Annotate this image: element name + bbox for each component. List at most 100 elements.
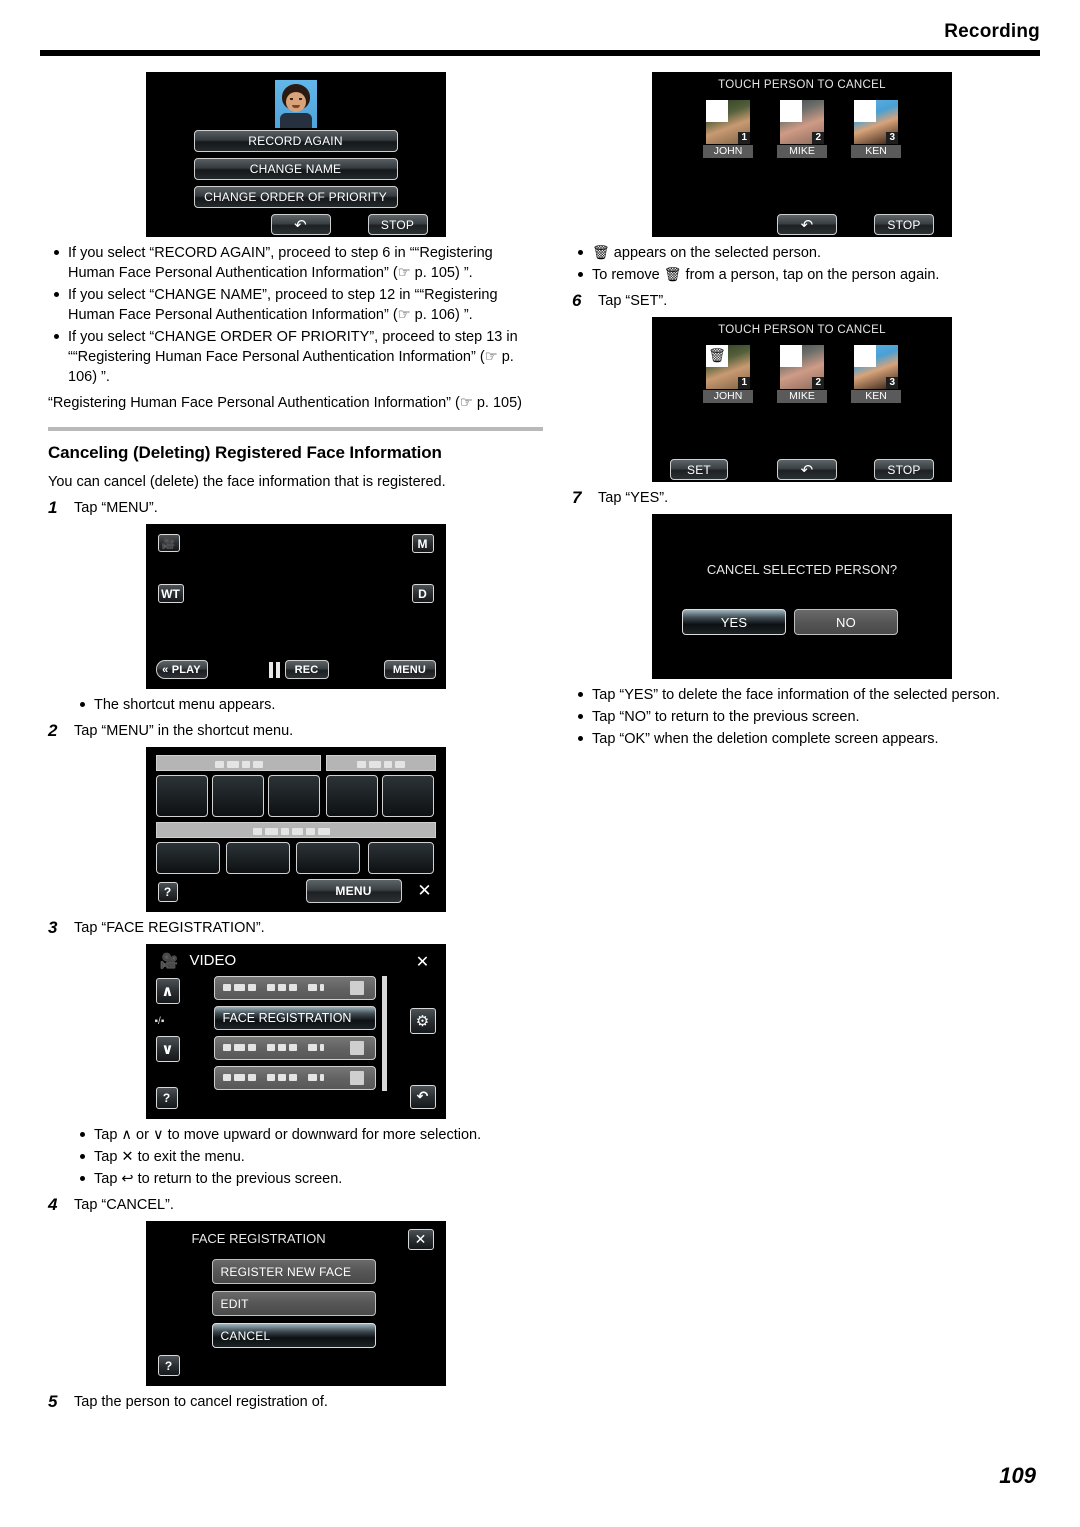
step-4: 4 Tap “CANCEL”. (48, 1195, 543, 1215)
play-button[interactable]: « PLAY (155, 660, 208, 679)
person-thumbnail[interactable]: 2 (780, 100, 824, 144)
pause-icon (268, 662, 280, 678)
shortcut-tile-8[interactable] (295, 842, 360, 874)
person-thumbnail[interactable]: 3 (854, 100, 898, 144)
bullet-shortcut-menu-appears: The shortcut menu appears. (74, 695, 543, 715)
register-new-face-button[interactable]: REGISTER NEW FACE (211, 1259, 376, 1284)
shortcut-tile-1[interactable] (155, 775, 208, 817)
selection-checkbox-selected[interactable]: 🗑 (706, 345, 728, 367)
help-icon[interactable]: ? (155, 1087, 178, 1109)
face-registration-screen: FACE REGISTRATION ✕ REGISTER NEW FACE ED… (145, 1221, 446, 1386)
step-2-number: 2 (48, 721, 58, 740)
person-john[interactable]: 🗑 1 JOHN (703, 345, 753, 403)
selection-checkbox[interactable] (854, 345, 876, 367)
close-icon[interactable]: ✕ (412, 952, 434, 971)
person-mike[interactable]: 2 MIKE (777, 345, 827, 403)
chevron-down-icon[interactable]: ∨ (155, 1036, 180, 1062)
person-name: MIKE (777, 145, 827, 158)
yes-button[interactable]: YES (682, 609, 786, 635)
manual-mode-icon[interactable]: M (411, 534, 434, 553)
shortcut-tile-3[interactable] (267, 775, 320, 817)
bullet-change-order: If you select “CHANGE ORDER OF PRIORITY”… (48, 327, 543, 387)
gear-icon[interactable]: ⚙ (409, 1008, 436, 1034)
person-thumbnail[interactable]: 2 (780, 345, 824, 389)
bullets-step-5: 🗑 appears on the selected person. To rem… (572, 243, 1032, 285)
scrollbar[interactable] (381, 976, 387, 1091)
stop-button[interactable]: STOP (874, 214, 934, 235)
video-camera-icon[interactable]: 🎥 (157, 534, 180, 552)
step-5-text: Tap the person to cancel registration of… (74, 1394, 328, 1410)
stop-button[interactable]: STOP (367, 214, 428, 235)
video-menu-row-face-registration[interactable]: FACE REGISTRATION (213, 1006, 376, 1030)
return-arrow-icon[interactable]: ↶ (777, 214, 837, 235)
person-ken[interactable]: 3 KEN (851, 100, 901, 158)
chevron-up-icon[interactable]: ∧ (155, 978, 180, 1004)
video-menu-row-3[interactable] (213, 1036, 376, 1060)
step-6-number: 6 (572, 291, 582, 310)
person-thumbnail[interactable]: 🗑 1 (706, 345, 750, 389)
selection-checkbox[interactable] (780, 345, 802, 367)
person-ken[interactable]: 3 KEN (851, 345, 901, 403)
record-again-button[interactable]: RECORD AGAIN (193, 130, 398, 152)
step-3-number: 3 (48, 918, 58, 937)
page-header: Recording (0, 0, 1080, 62)
selection-checkbox[interactable] (854, 100, 876, 122)
step-4-number: 4 (48, 1195, 58, 1214)
row-value-box (349, 1071, 364, 1085)
video-menu-screen: 🎥 VIDEO ✕ ∧ ▪/▪ ∨ ? FACE REGISTRATION ⚙ … (145, 944, 446, 1119)
change-name-button[interactable]: CHANGE NAME (193, 158, 398, 180)
step-4-text: Tap “CANCEL”. (74, 1197, 174, 1213)
bullet-trash-remove: To remove 🗑 from a person, tap on the pe… (572, 265, 1032, 285)
page-number: 109 (999, 1463, 1036, 1488)
record-standby-screen: 🎥 M WT D « PLAY REC MENU (145, 524, 446, 689)
shortcut-tile-9[interactable] (367, 842, 434, 874)
video-menu-row-1[interactable] (213, 976, 376, 1000)
step-5: 5 Tap the person to cancel registration … (48, 1392, 543, 1412)
bullet-record-again: If you select “RECORD AGAIN”, proceed to… (48, 243, 543, 283)
help-icon[interactable]: ? (157, 1355, 180, 1376)
person-john[interactable]: 1 JOHN (703, 100, 753, 158)
bullet-tap-no: Tap “NO” to return to the previous scree… (572, 707, 1032, 727)
edit-button[interactable]: EDIT (211, 1291, 376, 1316)
cancel-button[interactable]: CANCEL (211, 1323, 376, 1348)
shortcut-tile-6[interactable] (155, 842, 220, 874)
video-menu-row-4[interactable] (213, 1066, 376, 1090)
shortcut-tile-7[interactable] (225, 842, 290, 874)
person-index: 3 (886, 132, 898, 144)
zoom-wt-icon[interactable]: WT (157, 584, 184, 603)
person-index: 2 (812, 132, 824, 144)
person-name: KEN (851, 145, 901, 158)
video-menu-title: VIDEO (189, 952, 237, 969)
person-mike[interactable]: 2 MIKE (777, 100, 827, 158)
step-2: 2 Tap “MENU” in the shortcut menu. (48, 721, 543, 741)
bullets-step-1: The shortcut menu appears. (74, 695, 543, 715)
display-toggle-icon[interactable]: D (411, 584, 434, 603)
screen-title: TOUCH PERSON TO CANCEL (718, 79, 886, 91)
set-button[interactable]: SET (670, 459, 728, 480)
return-arrow-icon[interactable]: ↶ (409, 1085, 436, 1109)
close-icon[interactable]: ✕ (416, 881, 434, 901)
person-index: 1 (738, 377, 750, 389)
close-icon[interactable]: ✕ (407, 1229, 434, 1250)
redacted-label (222, 1069, 328, 1087)
trash-icon: 🗑 (708, 348, 726, 364)
change-order-of-priority-button[interactable]: CHANGE ORDER OF PRIORITY (193, 186, 398, 208)
person-thumbnail[interactable]: 1 (706, 100, 750, 144)
shortcut-tile-5[interactable] (381, 775, 434, 817)
person-thumbnail[interactable]: 3 (854, 345, 898, 389)
shortcut-tile-4[interactable] (325, 775, 378, 817)
shortcut-tile-2[interactable] (211, 775, 264, 817)
menu-button[interactable]: MENU (383, 660, 436, 679)
selection-checkbox[interactable] (780, 100, 802, 122)
shortcut-menu-button[interactable]: MENU (305, 879, 402, 903)
rec-button[interactable]: REC (284, 660, 329, 679)
selection-checkbox[interactable] (706, 100, 728, 122)
no-button[interactable]: NO (794, 609, 898, 635)
return-arrow-icon[interactable]: ↶ (777, 459, 837, 480)
return-arrow-icon[interactable]: ↶ (270, 214, 331, 235)
screen-title: TOUCH PERSON TO CANCEL (718, 324, 886, 336)
step-7-text: Tap “YES”. (598, 490, 669, 506)
bullet-trash-remove-prefix: To remove (592, 267, 664, 283)
stop-button[interactable]: STOP (874, 459, 934, 480)
help-icon[interactable]: ? (157, 882, 178, 902)
